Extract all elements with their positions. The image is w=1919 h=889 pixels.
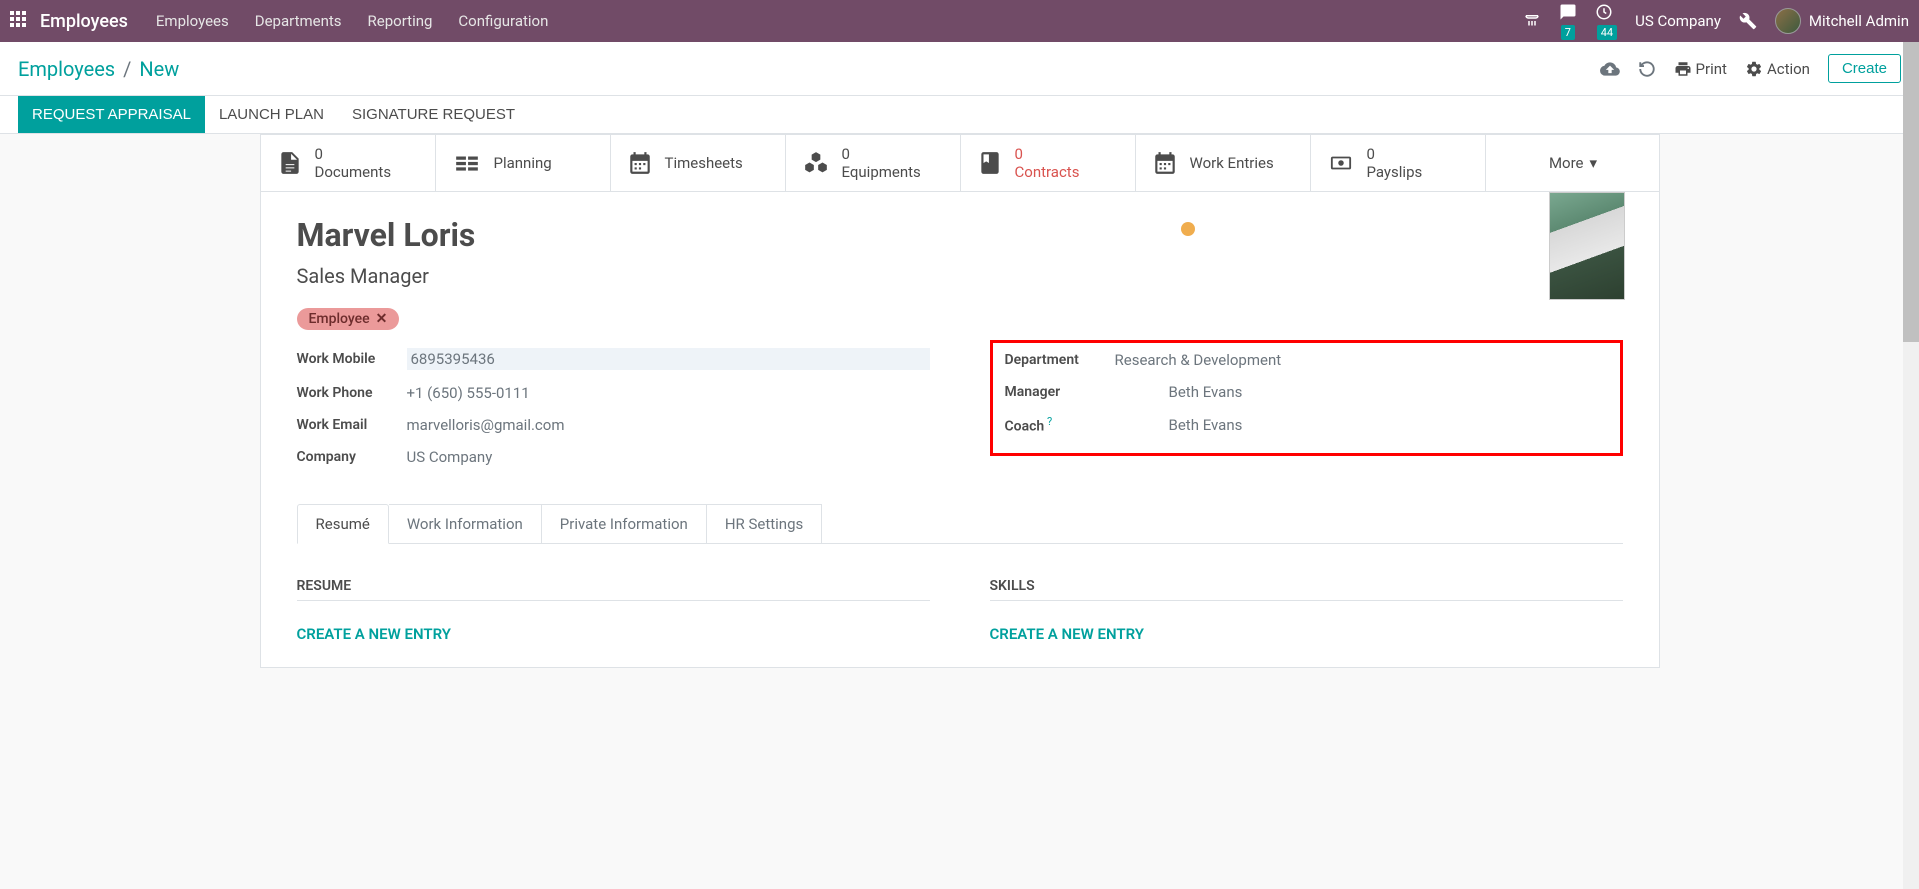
- stat-work-entries[interactable]: Work Entries: [1136, 135, 1311, 191]
- skills-title: SKILLS: [990, 578, 1623, 601]
- work-mobile-field[interactable]: 6895395436: [407, 348, 930, 370]
- department-label: Department: [1005, 352, 1115, 368]
- menu-employees[interactable]: Employees: [156, 12, 229, 30]
- highlighted-fields: Department Research & Development Manage…: [990, 340, 1623, 456]
- stat-contracts[interactable]: 0Contracts: [961, 135, 1136, 191]
- presence-indicator: [1181, 222, 1195, 236]
- stat-planning[interactable]: Planning: [436, 135, 611, 191]
- control-panel: Employees / New Print Action Create: [0, 42, 1919, 96]
- debug-icon[interactable]: [1739, 12, 1757, 30]
- coach-field[interactable]: Beth Evans: [1115, 416, 1608, 434]
- user-name: Mitchell Admin: [1809, 12, 1909, 30]
- tab-work-information[interactable]: Work Information: [389, 504, 542, 544]
- stat-equipments[interactable]: 0Equipments: [786, 135, 961, 191]
- work-email-label: Work Email: [297, 417, 407, 433]
- form-tabs: Resumé Work Information Private Informat…: [297, 504, 1623, 544]
- employee-photo[interactable]: [1549, 192, 1625, 300]
- resume-section: RESUME CREATE A NEW ENTRY: [297, 578, 930, 643]
- employee-job-title[interactable]: Sales Manager: [297, 264, 1623, 288]
- menu-reporting[interactable]: Reporting: [368, 12, 433, 30]
- vertical-scrollbar[interactable]: [1903, 42, 1919, 889]
- caret-down-icon: ▾: [1590, 154, 1598, 172]
- request-appraisal-button[interactable]: REQUEST APPRAISAL: [18, 96, 205, 133]
- apps-icon[interactable]: [10, 11, 30, 31]
- help-icon[interactable]: ?: [1044, 415, 1052, 428]
- skills-section: SKILLS CREATE A NEW ENTRY: [990, 578, 1623, 643]
- breadcrumb-sep: /: [123, 57, 131, 81]
- signature-request-button[interactable]: SIGNATURE REQUEST: [338, 96, 529, 133]
- company-label: Company: [297, 449, 407, 465]
- right-column: Department Research & Development Manage…: [990, 348, 1623, 480]
- undo-icon[interactable]: [1638, 60, 1656, 78]
- field-columns: Work Mobile 6895395436 Work Phone +1 (65…: [297, 348, 1623, 480]
- control-panel-right: Print Action Create: [1600, 54, 1901, 83]
- stat-button-box: 0Documents Planning Timesheets 0Equipmen…: [261, 135, 1659, 192]
- employee-tag[interactable]: Employee ✕: [297, 308, 400, 330]
- action-button[interactable]: Action: [1745, 60, 1810, 78]
- tag-remove-icon[interactable]: ✕: [376, 311, 388, 327]
- topbar-right: 7 44 US Company Mitchell Admin: [1523, 3, 1909, 40]
- form-sheet: 0Documents Planning Timesheets 0Equipmen…: [260, 134, 1660, 668]
- stat-timesheets[interactable]: Timesheets: [611, 135, 786, 191]
- work-mobile-label: Work Mobile: [297, 351, 407, 367]
- manager-label: Manager: [1005, 384, 1115, 400]
- menu-configuration[interactable]: Configuration: [458, 12, 548, 30]
- resume-create-entry[interactable]: CREATE A NEW ENTRY: [297, 625, 930, 643]
- print-button[interactable]: Print: [1674, 60, 1727, 78]
- app-brand[interactable]: Employees: [40, 11, 128, 32]
- main-menu: Employees Departments Reporting Configur…: [156, 12, 548, 30]
- employee-name[interactable]: Marvel Loris: [297, 216, 1623, 254]
- form-sheet-bg: 0Documents Planning Timesheets 0Equipmen…: [0, 134, 1919, 708]
- stat-payslips[interactable]: 0Payslips: [1311, 135, 1486, 191]
- left-column: Work Mobile 6895395436 Work Phone +1 (65…: [297, 348, 930, 480]
- coach-label: Coach ?: [1005, 415, 1115, 435]
- tab-private-information[interactable]: Private Information: [542, 504, 707, 544]
- calendar-icon: [627, 150, 653, 176]
- status-bar: REQUEST APPRAISAL LAUNCH PLAN SIGNATURE …: [0, 96, 1919, 134]
- create-button[interactable]: Create: [1828, 54, 1901, 83]
- cloud-upload-icon[interactable]: [1600, 59, 1620, 79]
- tab-resume[interactable]: Resumé: [297, 504, 389, 544]
- messaging-badge: 7: [1561, 25, 1575, 40]
- breadcrumb-root[interactable]: Employees: [18, 57, 115, 81]
- stat-documents[interactable]: 0Documents: [261, 135, 436, 191]
- breadcrumb: Employees / New: [18, 57, 179, 81]
- top-navbar: Employees Employees Departments Reportin…: [0, 0, 1919, 42]
- resume-title: RESUME: [297, 578, 930, 601]
- file-icon: [277, 148, 303, 178]
- work-phone-label: Work Phone: [297, 385, 407, 401]
- calendar-icon: [1152, 150, 1178, 176]
- sheet-body: Marvel Loris Sales Manager Employee ✕ Wo…: [261, 192, 1659, 667]
- messaging-icon[interactable]: 7: [1559, 3, 1577, 40]
- money-icon: [1327, 152, 1355, 174]
- launch-plan-button[interactable]: LAUNCH PLAN: [205, 96, 338, 133]
- company-field[interactable]: US Company: [407, 448, 930, 466]
- book-icon: [977, 150, 1003, 176]
- tab-content: RESUME CREATE A NEW ENTRY SKILLS CREATE …: [297, 544, 1623, 643]
- user-avatar: [1775, 8, 1801, 34]
- department-field[interactable]: Research & Development: [1115, 351, 1608, 369]
- tab-hr-settings[interactable]: HR Settings: [707, 504, 822, 544]
- manager-field[interactable]: Beth Evans: [1115, 383, 1608, 401]
- activity-icon[interactable]: 44: [1595, 3, 1617, 40]
- user-menu[interactable]: Mitchell Admin: [1775, 8, 1909, 34]
- planning-icon: [452, 150, 482, 176]
- menu-departments[interactable]: Departments: [255, 12, 342, 30]
- breadcrumb-current: New: [139, 57, 179, 81]
- cubes-icon: [802, 150, 830, 176]
- stat-more-button[interactable]: More ▾: [1486, 135, 1661, 191]
- work-phone-field[interactable]: +1 (650) 555-0111: [407, 384, 930, 402]
- work-email-field[interactable]: marvelloris@gmail.com: [407, 416, 930, 434]
- voip-icon[interactable]: [1523, 12, 1541, 30]
- activity-badge: 44: [1597, 25, 1617, 40]
- company-selector[interactable]: US Company: [1635, 12, 1721, 30]
- skills-create-entry[interactable]: CREATE A NEW ENTRY: [990, 625, 1623, 643]
